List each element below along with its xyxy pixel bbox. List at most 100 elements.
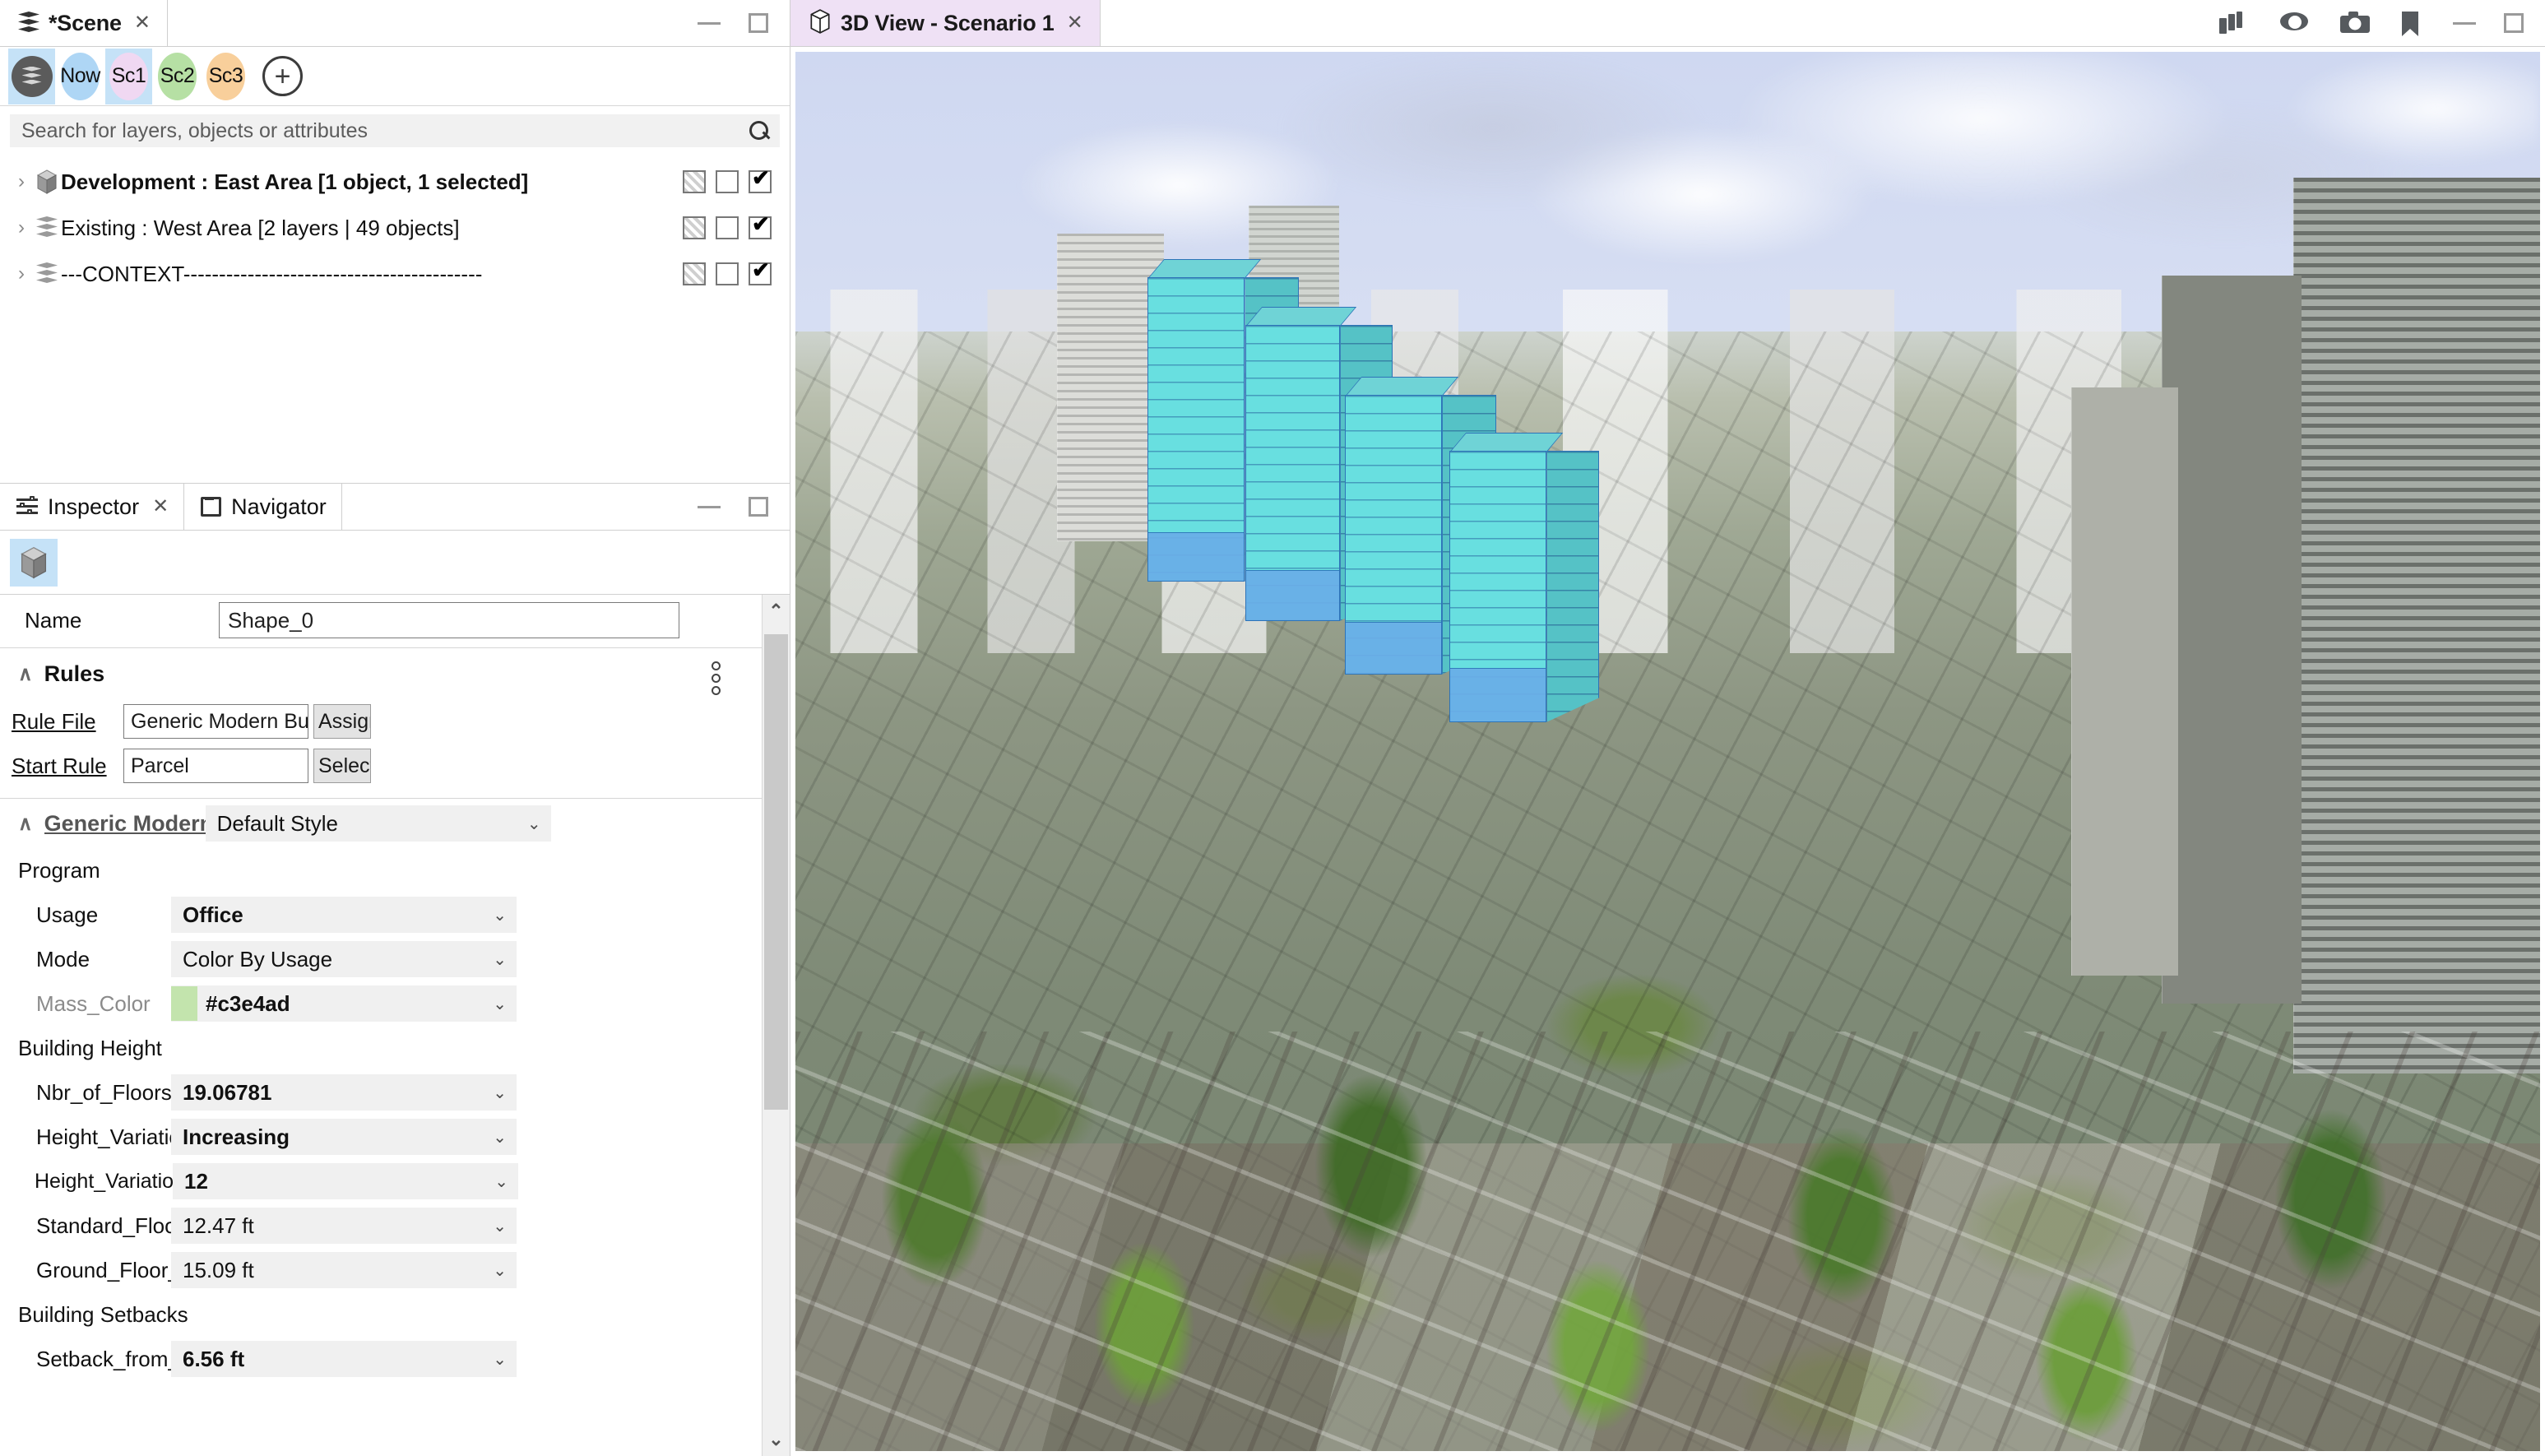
expand-arrow-icon[interactable]: ›	[10, 216, 33, 239]
inspector-body: Name Shape_0 ∧ Rules Rule File Generic M…	[0, 595, 790, 1456]
attribute-label: Height_Variation__Mode	[0, 1124, 171, 1150]
layers-icon	[22, 67, 42, 86]
attribute-row: Ground_Floor_Height 15.09 ft ⌄	[0, 1248, 762, 1292]
chevron-down-icon: ⌄	[493, 1260, 507, 1281]
search-input[interactable]	[21, 119, 749, 143]
rules-section-title: Rules	[44, 661, 105, 687]
chevron-down-icon: ⌄	[493, 1216, 507, 1236]
mass-roof	[1449, 433, 1563, 452]
layer-tree: › Development : East Area [1 object, 1 s…	[0, 154, 790, 483]
name-field[interactable]: Shape_0	[219, 602, 679, 638]
minimize-icon[interactable]	[2453, 22, 2476, 25]
attribute-value-dropdown[interactable]: 19.06781 ⌄	[171, 1074, 517, 1111]
attribute-label: Standard_Floor_Height	[0, 1213, 171, 1239]
scenario-sc3-button[interactable]: Sc3	[202, 49, 249, 104]
attribute-value: Increasing	[183, 1124, 486, 1150]
chevron-down-icon: ⌄	[527, 814, 541, 834]
select-checkbox[interactable]	[716, 170, 739, 193]
search-icon[interactable]	[749, 120, 770, 141]
tree-row[interactable]: › ---CONTEXT----------------------------…	[0, 251, 790, 297]
camera-icon[interactable]	[2339, 11, 2367, 35]
maximize-icon[interactable]	[2504, 13, 2524, 33]
close-icon[interactable]: ✕	[134, 13, 151, 33]
add-scenario-button[interactable]: +	[262, 56, 303, 96]
chevron-down-icon: ⌄	[494, 1171, 508, 1192]
rules-section-header[interactable]: ∧ Rules	[0, 648, 762, 699]
tab-scene[interactable]: *Scene ✕	[0, 0, 168, 46]
rule-file-label[interactable]: Rule File	[0, 709, 123, 735]
expand-arrow-icon[interactable]: ›	[10, 262, 33, 285]
rule-file-field[interactable]: Generic Modern Buildings.cga	[123, 704, 308, 739]
inspector-scrollbar[interactable]: ⌃ ⌄	[762, 595, 790, 1456]
attribute-row: Height_Variation__Mode Increasing ⌄	[0, 1115, 762, 1159]
scene-panel: *Scene ✕ Now Sc1	[0, 0, 790, 483]
cube-icon	[33, 169, 61, 194]
assign-rule-button[interactable]: Assign...	[313, 704, 371, 739]
attribute-value: 19.06781	[183, 1080, 486, 1106]
lock-checkbox[interactable]	[683, 216, 706, 239]
attribute-value-dropdown[interactable]: Office ⌄	[171, 897, 517, 933]
scrollbar-thumb[interactable]	[764, 634, 788, 1110]
kebab-icon[interactable]	[712, 661, 721, 695]
attribute-value-dropdown[interactable]: 12.47 ft ⌄	[171, 1208, 517, 1244]
attribute-value-dropdown[interactable]: Increasing ⌄	[171, 1119, 517, 1155]
scenario-sc2-button[interactable]: Sc2	[154, 49, 201, 104]
attribute-color-dropdown[interactable]: #c3e4ad ⌄	[171, 985, 517, 1022]
lock-checkbox[interactable]	[683, 262, 706, 285]
eye-icon[interactable]	[2278, 11, 2306, 35]
maximize-icon[interactable]	[749, 497, 768, 517]
color-swatch	[171, 986, 197, 1021]
attribute-row: Mass_Color #c3e4ad ⌄	[0, 981, 762, 1026]
attribute-value-dropdown[interactable]: 6.56 ft ⌄	[171, 1341, 517, 1377]
3d-viewport[interactable]	[795, 52, 2540, 1451]
tab-navigator[interactable]: Navigator	[184, 484, 342, 530]
selected-building-mass[interactable]	[1345, 395, 1442, 675]
chevron-up-icon[interactable]: ∧	[18, 812, 33, 836]
search-box[interactable]	[10, 114, 780, 147]
lock-checkbox[interactable]	[683, 170, 706, 193]
visibility-checkbox[interactable]	[749, 262, 772, 285]
visibility-checkbox[interactable]	[749, 216, 772, 239]
scenario-sc1-button[interactable]: Sc1	[105, 49, 152, 104]
inspector-panel: Inspector ✕ Navigator	[0, 483, 790, 1456]
mass-roof	[1147, 259, 1261, 279]
selected-building-mass[interactable]	[1147, 277, 1245, 582]
buildings-icon[interactable]	[2218, 11, 2246, 35]
chevron-down-icon: ⌄	[493, 1349, 507, 1370]
tree-row[interactable]: › Development : East Area [1 object, 1 s…	[0, 159, 790, 205]
selected-building-mass[interactable]	[1449, 451, 1546, 722]
close-icon[interactable]: ✕	[1067, 13, 1083, 33]
tree-row-toggles	[683, 262, 790, 285]
selected-object-icon[interactable]	[10, 539, 58, 587]
attribute-value-dropdown[interactable]: 12 ⌄	[173, 1163, 518, 1199]
tree-row[interactable]: › Existing : West Area [2 layers | 49 ob…	[0, 205, 790, 251]
attribute-row: Usage Office ⌄	[0, 893, 762, 937]
maximize-icon[interactable]	[749, 13, 768, 33]
scenario-now-button[interactable]: Now	[57, 49, 104, 104]
close-icon[interactable]: ✕	[152, 497, 169, 517]
select-rule-button[interactable]: Select...	[313, 749, 371, 783]
style-section-header[interactable]: ∧ Generic Modern Buildings Default Style…	[0, 799, 762, 848]
expand-arrow-icon[interactable]: ›	[10, 170, 33, 193]
tab-inspector[interactable]: Inspector ✕	[0, 484, 184, 530]
scroll-up-button[interactable]: ⌃	[763, 595, 790, 628]
style-dropdown[interactable]: Default Style ⌄	[206, 805, 551, 842]
start-rule-field[interactable]: Parcel	[123, 749, 308, 783]
scenario-all-button[interactable]	[8, 49, 55, 104]
visibility-checkbox[interactable]	[749, 170, 772, 193]
select-checkbox[interactable]	[716, 262, 739, 285]
selected-building-mass[interactable]	[1245, 325, 1340, 621]
bookmark-icon[interactable]	[2400, 11, 2428, 35]
scroll-down-button[interactable]: ⌄	[763, 1423, 790, 1456]
start-rule-label[interactable]: Start Rule	[0, 754, 123, 779]
select-checkbox[interactable]	[716, 216, 739, 239]
attribute-value: 12	[184, 1169, 488, 1194]
minimize-icon[interactable]	[698, 22, 721, 25]
chevron-up-icon[interactable]: ∧	[18, 662, 33, 686]
attribute-value-dropdown[interactable]: Color By Usage ⌄	[171, 941, 517, 977]
attribute-value-dropdown[interactable]: 15.09 ft ⌄	[171, 1252, 517, 1288]
tab-3d-view[interactable]: 3D View - Scenario 1 ✕	[790, 0, 1101, 46]
tree-row-toggles	[683, 216, 790, 239]
minimize-icon[interactable]	[698, 506, 721, 508]
start-rule-row: Start Rule Parcel Select...	[0, 744, 762, 788]
